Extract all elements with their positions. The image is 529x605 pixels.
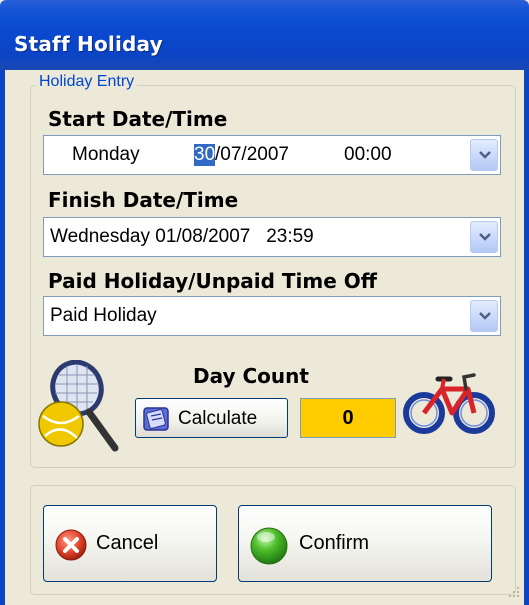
dropdown-arrow-icon <box>479 312 491 320</box>
calculate-label: Calculate <box>178 408 258 429</box>
start-date-dropdown-button[interactable] <box>470 139 498 171</box>
title-bar[interactable]: Staff Holiday <box>0 0 529 70</box>
bicycle-icon <box>403 373 495 434</box>
paid-holiday-dropdown-button[interactable] <box>470 300 498 332</box>
window-frame-left <box>0 70 5 605</box>
paid-holiday-value: Paid Holiday <box>50 305 157 326</box>
calculate-button[interactable]: Calculate <box>135 398 288 438</box>
dropdown-arrow-icon <box>479 151 491 159</box>
paid-holiday-select[interactable]: Paid Holiday <box>43 296 501 336</box>
start-date-rest: /07/2007 <box>215 144 289 165</box>
start-date-selected-field[interactable]: 30 <box>194 144 216 166</box>
finish-date-value: Wednesday 01/08/2007 23:59 <box>50 226 314 247</box>
dropdown-arrow-icon <box>479 233 491 241</box>
day-count-value-box: 0 <box>300 398 396 438</box>
confirm-button[interactable]: Confirm <box>238 505 492 582</box>
window-title: Staff Holiday <box>14 32 163 56</box>
resize-grip-icon[interactable] <box>507 585 521 599</box>
day-count-value: 0 <box>342 407 354 429</box>
start-date-label: Start Date/Time <box>48 107 228 131</box>
paid-holiday-label: Paid Holiday/Unpaid Time Off <box>48 269 377 293</box>
start-time: 00:00 <box>344 144 392 165</box>
start-day: Monday <box>72 144 140 165</box>
cancel-button[interactable]: Cancel <box>43 505 217 582</box>
day-count-label: Day Count <box>193 364 309 388</box>
holiday-entry-legend: Holiday Entry <box>36 73 138 91</box>
staff-holiday-window: Staff Holiday Holiday Entry Start Date/T… <box>0 0 529 605</box>
tennis-racket-ball-icon <box>38 360 119 452</box>
finish-date-dropdown-button[interactable] <box>470 221 498 253</box>
cancel-label: Cancel <box>96 532 159 554</box>
finish-date-label: Finish Date/Time <box>48 188 239 212</box>
confirm-label: Confirm <box>299 532 370 554</box>
window-frame-right <box>524 70 529 605</box>
start-date-picker[interactable]: Monday 30 /07/2007 00:00 <box>43 135 501 175</box>
calculator-icon <box>143 407 169 431</box>
finish-date-picker[interactable]: Wednesday 01/08/2007 23:59 <box>43 217 501 257</box>
confirm-green-circle-icon <box>250 527 288 565</box>
cancel-x-icon <box>55 529 87 561</box>
